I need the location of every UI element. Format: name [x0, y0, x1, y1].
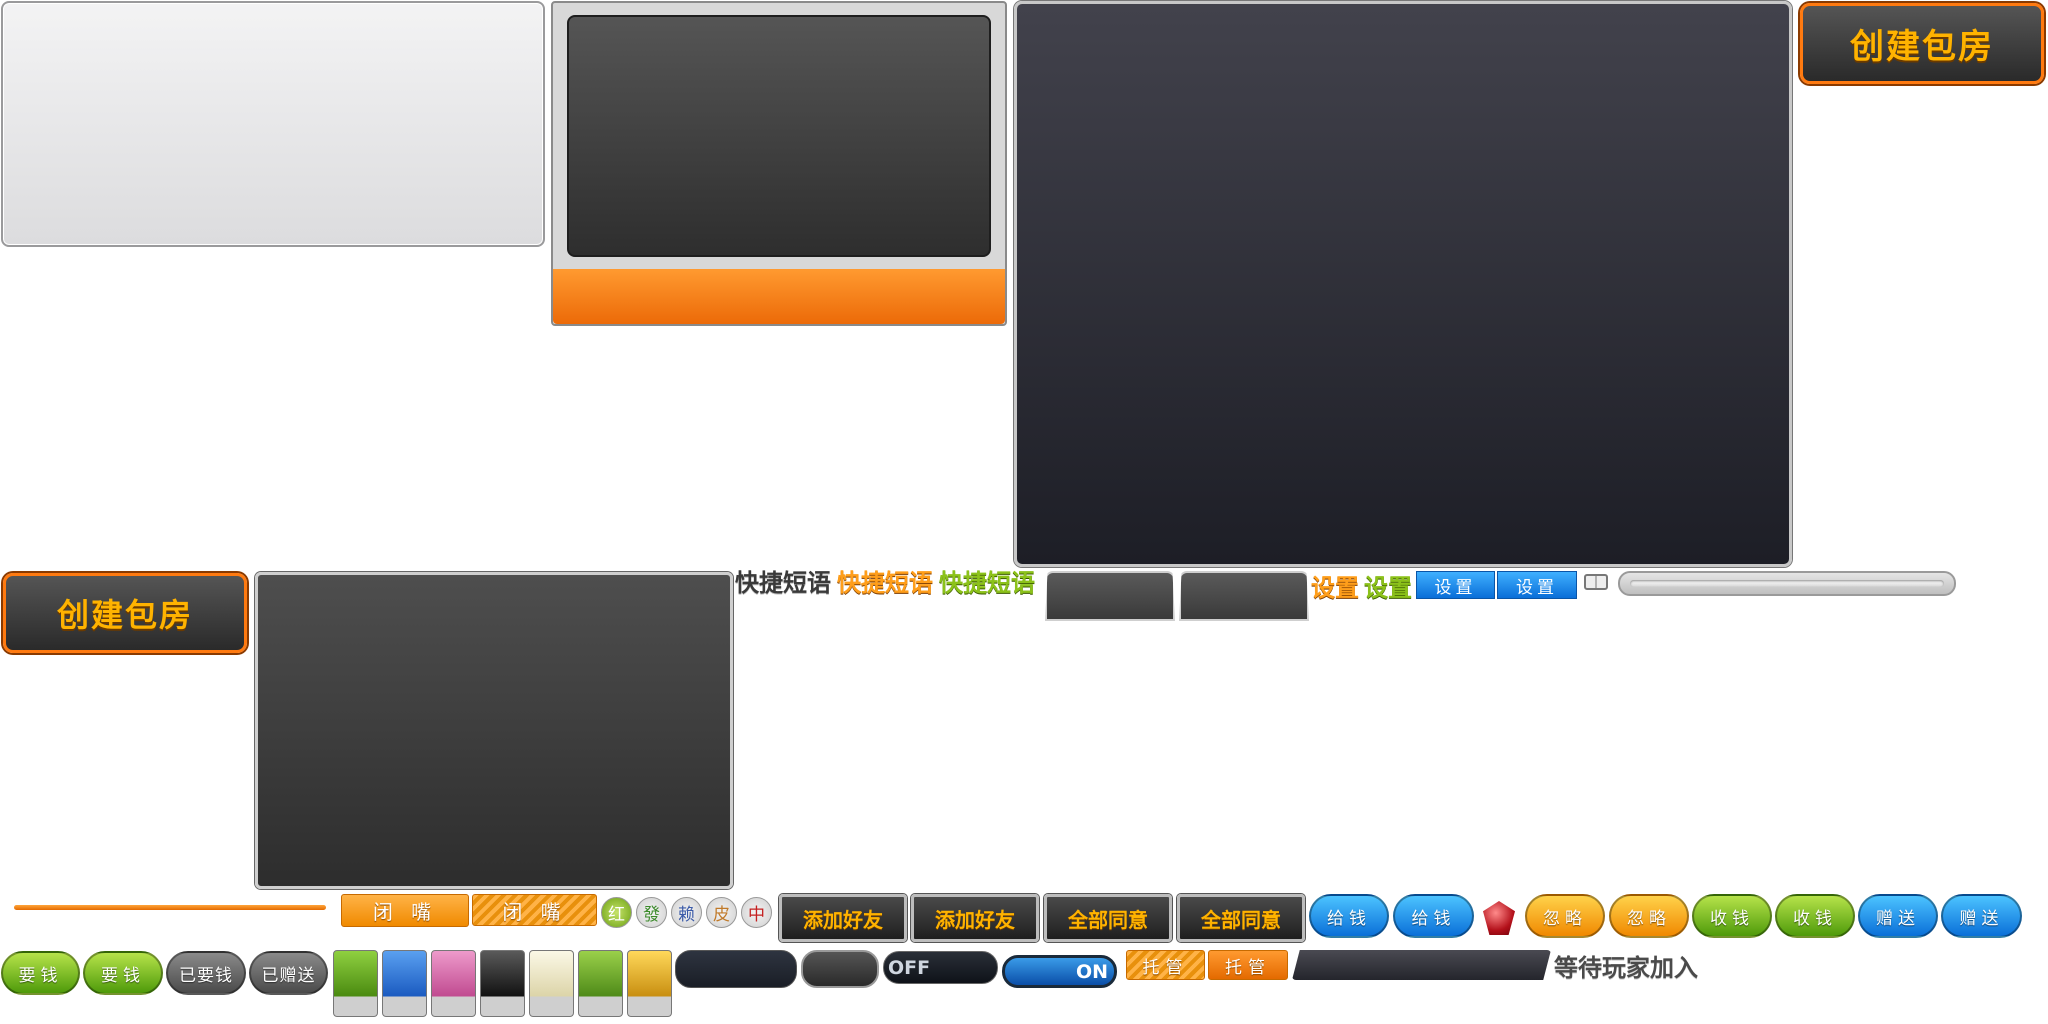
gift-button-pressed[interactable]: 赠送	[1941, 894, 2022, 938]
tile-fa[interactable]: 發	[636, 897, 667, 928]
color-swatch-black[interactable]	[480, 950, 525, 1017]
create-room-button-small[interactable]: 创建包房	[3, 573, 247, 653]
give-money-button[interactable]: 给钱	[1309, 894, 1389, 938]
book-icon[interactable]	[1584, 574, 1608, 590]
dark-input-bar[interactable]	[675, 950, 797, 988]
settings-text-green[interactable]: 设置	[1364, 568, 1412, 603]
gifted-status: 已赠送	[249, 951, 328, 995]
gift-button[interactable]: 赠送	[1858, 894, 1938, 938]
progress-slider-track[interactable]	[1618, 571, 1956, 596]
ignore-button-pressed[interactable]: 忽略	[1609, 894, 1689, 938]
framed-dark-panel	[551, 1, 1007, 326]
color-swatch-green[interactable]	[333, 950, 378, 1017]
tile-lai[interactable]: 赖	[671, 897, 702, 928]
gem-icon	[1483, 901, 1515, 935]
agree-all-button[interactable]: 全部同意	[1044, 894, 1172, 942]
tile-zhong[interactable]: 中	[741, 897, 772, 928]
framed-dark-panel-screen	[567, 15, 991, 257]
tile-hong[interactable]: 红	[601, 897, 632, 928]
create-room-button-large[interactable]: 创建包房	[1800, 3, 2044, 84]
mute-button-disabled[interactable]: 闭 嘴	[472, 894, 597, 926]
toggle-off[interactable]: OFF	[883, 951, 998, 984]
mute-button[interactable]: 闭 嘴	[341, 894, 469, 927]
color-swatch-gold[interactable]	[627, 950, 672, 1017]
agree-all-button-pressed[interactable]: 全部同意	[1177, 894, 1305, 942]
color-swatch-blue[interactable]	[382, 950, 427, 1017]
ask-money-button-pressed[interactable]: 要钱	[83, 951, 163, 995]
ask-money-button[interactable]: 要钱	[1, 951, 80, 995]
auto-play-button[interactable]: 托管	[1126, 950, 1205, 980]
asked-money-status: 已要钱	[166, 951, 246, 995]
waiting-for-players-text: 等待玩家加入	[1554, 954, 1698, 982]
large-dark-panel	[1014, 1, 1792, 567]
tile-pi[interactable]: 皮	[706, 897, 737, 928]
auto-play-button-pressed[interactable]: 托管	[1208, 950, 1288, 980]
quick-phrase-text-3[interactable]: 快捷短语	[939, 568, 1035, 598]
settings-text-orange[interactable]: 设置	[1311, 568, 1359, 603]
ignore-button[interactable]: 忽略	[1525, 894, 1605, 938]
collect-money-button-pressed[interactable]: 收钱	[1775, 894, 1855, 938]
toggle-on[interactable]: ON	[1002, 955, 1117, 988]
framed-dark-panel-footer	[553, 269, 1005, 324]
settings-button-1[interactable]: 设置	[1416, 571, 1495, 599]
light-panel	[1, 1, 545, 247]
give-money-button-pressed[interactable]: 给钱	[1393, 894, 1474, 938]
settings-button-2[interactable]: 设置	[1497, 571, 1577, 599]
color-swatch-lime[interactable]	[578, 950, 623, 1017]
quick-phrase-text-1[interactable]: 快捷短语	[735, 568, 831, 598]
collect-money-button[interactable]: 收钱	[1692, 894, 1772, 938]
tab-shape-2[interactable]	[1179, 571, 1309, 621]
tab-shape-1[interactable]	[1045, 571, 1175, 621]
add-friend-button[interactable]: 添加好友	[779, 894, 907, 942]
color-swatch-pink[interactable]	[431, 950, 476, 1017]
orange-divider-line	[14, 905, 326, 910]
dark-status-bar	[1292, 950, 1551, 980]
medium-dark-panel	[255, 572, 733, 889]
quick-phrase-text-2[interactable]: 快捷短语	[837, 568, 933, 598]
dark-grip-button[interactable]	[801, 950, 879, 988]
add-friend-button-pressed[interactable]: 添加好友	[911, 894, 1039, 942]
color-swatch-cream[interactable]	[529, 950, 574, 1017]
